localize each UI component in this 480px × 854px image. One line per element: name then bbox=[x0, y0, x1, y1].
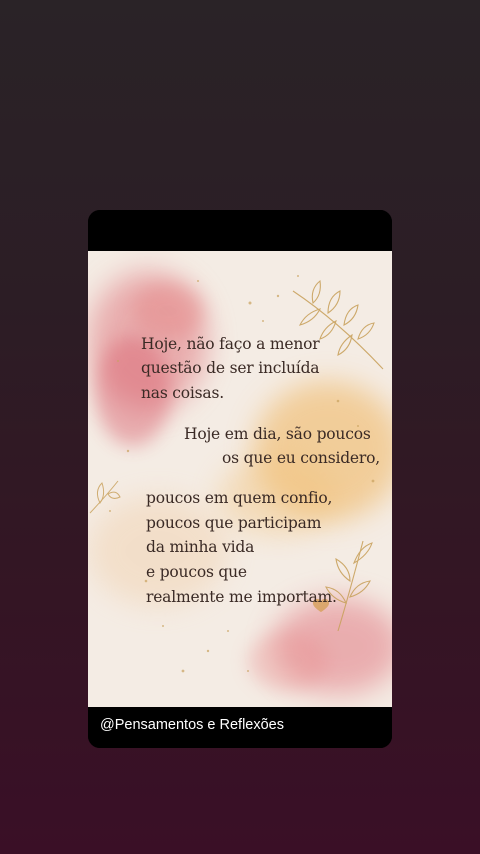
watercolor-background bbox=[88, 271, 392, 694]
quote-line-5: os que eu considero, bbox=[222, 449, 380, 467]
quote-line-7: poucos que participam bbox=[146, 514, 322, 532]
leaf-branch-icon bbox=[292, 279, 384, 370]
card-top-bar bbox=[88, 210, 392, 251]
quote-line-2: questão de ser incluída bbox=[141, 359, 320, 377]
quote-line-9: e poucos que bbox=[146, 563, 247, 581]
quote-line-3: nas coisas. bbox=[141, 384, 224, 402]
caption-bar: @Pensamentos e Reflexões bbox=[88, 707, 392, 748]
account-handle[interactable]: @Pensamentos e Reflexões bbox=[100, 717, 284, 733]
quote-line-6: poucos em quem confio, bbox=[146, 489, 333, 507]
post-image[interactable]: Hoje, não faço a menor questão de ser in… bbox=[88, 251, 392, 707]
story-card[interactable]: Hoje, não faço a menor questão de ser in… bbox=[88, 210, 392, 748]
quote-line-1: Hoje, não faço a menor bbox=[141, 335, 320, 353]
quote-line-10: realmente me importam. bbox=[146, 588, 337, 606]
quote-line-4: Hoje em dia, são poucos bbox=[184, 425, 371, 443]
quote-line-8: da minha vida bbox=[146, 538, 255, 556]
